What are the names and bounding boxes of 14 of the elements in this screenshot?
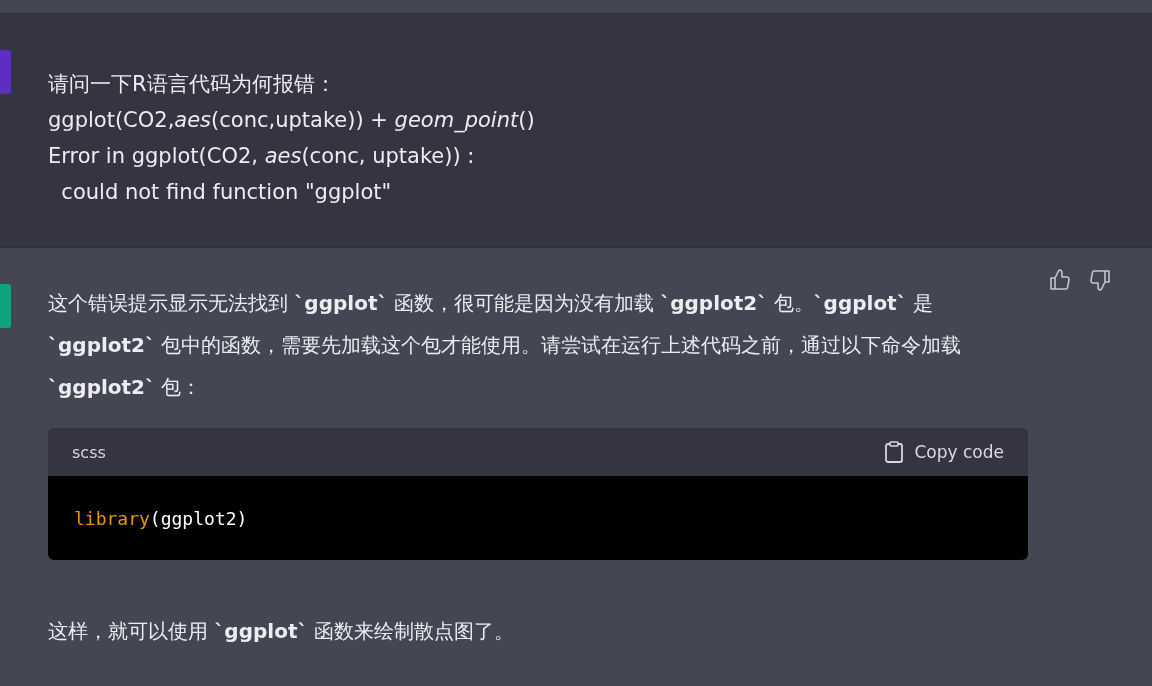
answer-paragraph: 这个错误提示显示无法找到 `ggplot` 函数，很可能是因为没有加载 `ggplot2` 包。`ggplot` 是 `ggplot2` 包中的函数，需要先加载这个包才能使用。请尝试在运行上述代码之前，通过以下命令加载 `ggplot2` 包： bbox=[48, 290, 963, 401]
answer-paragraph: 这样，就可以使用 `ggplot` 函数来绘制散点图了。 bbox=[48, 618, 515, 645]
assistant-avatar bbox=[0, 284, 11, 328]
message-line: Error in ggplot(CO2, aes(conc, uptake)) : bbox=[48, 143, 476, 170]
copy-code-button[interactable]: Copy code bbox=[884, 441, 1004, 463]
code-line: library(ggplot2) bbox=[74, 507, 248, 529]
message-line: could not find function "ggplot" bbox=[60, 179, 393, 206]
clipboard-icon bbox=[884, 441, 905, 463]
code-language: scss bbox=[72, 442, 106, 462]
message-line: ggplot(CO2,aes(conc,uptake)) + geom_point() bbox=[48, 107, 535, 135]
thumbs-down-icon[interactable] bbox=[1088, 268, 1112, 292]
user-avatar bbox=[0, 50, 11, 94]
thumbs-up-icon[interactable] bbox=[1048, 268, 1072, 292]
message-line: 请问一下R语言代码为何报错： bbox=[48, 71, 337, 98]
